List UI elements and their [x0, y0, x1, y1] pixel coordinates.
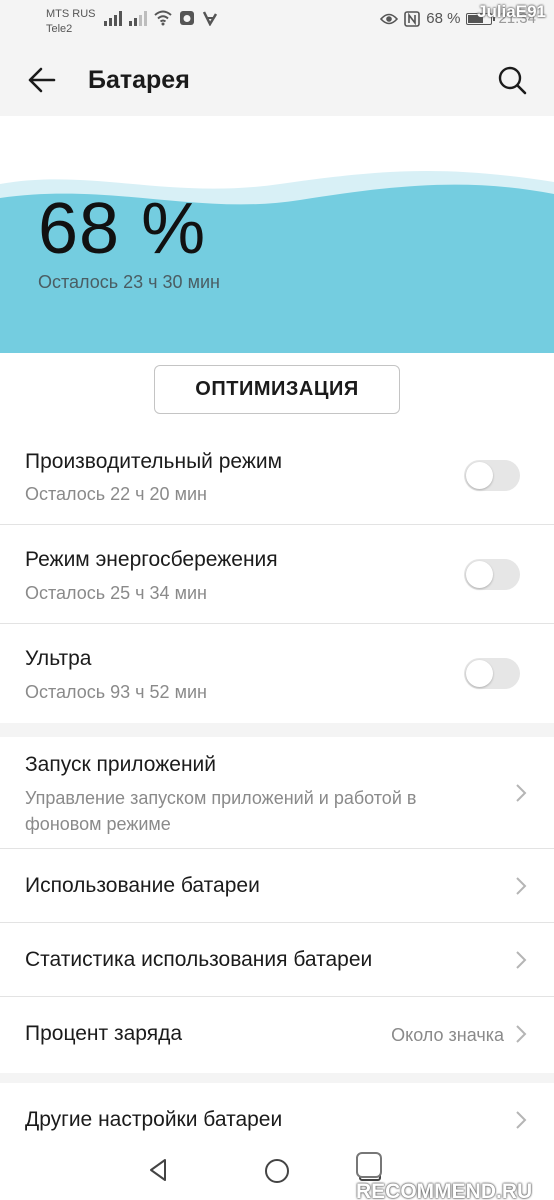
- search-icon[interactable]: [492, 60, 532, 100]
- battery-usage-row[interactable]: Использование батареи: [0, 849, 554, 923]
- nfc-icon: [404, 10, 421, 27]
- other-battery-settings-label: Другие настройки батареи: [25, 1108, 283, 1131]
- battery-stats-row[interactable]: Статистика использования батареи: [0, 923, 554, 997]
- chevron-right-icon: [516, 951, 527, 969]
- battery-remaining-time: Осталось 23 ч 30 мин: [38, 272, 220, 292]
- mode-label: Ультра: [25, 647, 92, 670]
- page-title: Батарея: [88, 66, 190, 94]
- battery-stats-label: Статистика использования батареи: [25, 948, 373, 971]
- status-bar: MTS RUS Tele2 68 % 21:34 JuliaE91: [0, 0, 554, 44]
- carrier-names: MTS RUS Tele2: [46, 7, 96, 37]
- chevron-right-icon: [516, 1111, 527, 1129]
- status-icons-left: [104, 10, 218, 26]
- battery-usage-label: Использование батареи: [25, 874, 260, 897]
- nav-home-icon[interactable]: [262, 1156, 292, 1186]
- battery-settings-card: Запуск приложений Управление запуском пр…: [0, 737, 554, 1073]
- mode-row-performance[interactable]: Производительный режим Осталось 22 ч 20 …: [0, 425, 554, 525]
- watermark-text: RECOMMEND.RU: [356, 1180, 533, 1200]
- battery-level-panel: 68 % Осталось 23 ч 30 мин: [0, 116, 554, 353]
- back-arrow-icon[interactable]: [22, 60, 62, 100]
- app-launch-description-line: Управление запуском приложений и работой…: [25, 788, 417, 808]
- wifi-icon: [154, 10, 172, 26]
- recommend-logo-icon: [356, 1152, 382, 1178]
- chevron-right-icon: [516, 1025, 527, 1043]
- mode-label: Производительный режим: [25, 450, 283, 473]
- charge-percent-value: Около значка: [391, 1025, 504, 1045]
- ultra-mode-toggle[interactable]: [464, 658, 520, 689]
- watermark-username: JuliaE91: [477, 2, 546, 21]
- mode-label: Режим энергосбережения: [25, 548, 278, 571]
- system-navigation-bar: RECOMMEND.RU: [0, 1140, 554, 1200]
- other-settings-card: Другие настройки батареи: [0, 1083, 554, 1143]
- app-bar: Батарея: [0, 44, 554, 116]
- battery-percent: 68 %: [38, 189, 207, 269]
- eye-icon: [380, 13, 399, 24]
- mode-sublabel: Осталось 22 ч 20 мин: [25, 484, 207, 504]
- mode-row-power-saving[interactable]: Режим энергосбережения Осталось 25 ч 34 …: [0, 525, 554, 624]
- optimize-section: ОПТИМИЗАЦИЯ: [0, 353, 554, 425]
- carrier-2: Tele2: [46, 23, 73, 35]
- app-launch-label: Запуск приложений: [25, 753, 217, 776]
- chevron-right-icon: [516, 784, 527, 802]
- charge-percent-label: Процент заряда: [25, 1022, 183, 1045]
- signal-icon: [129, 10, 147, 26]
- app-launch-description: Управление запуском приложений и работой…: [25, 785, 416, 837]
- watermark-recommend: RECOMMEND.RU: [356, 1152, 554, 1200]
- nav-back-icon[interactable]: [145, 1156, 173, 1184]
- app-launch-description-line: фоновом режиме: [25, 814, 171, 834]
- chevron-right-icon: [516, 877, 527, 895]
- battery-percent-text: 68 %: [426, 10, 461, 27]
- charge-percent-row[interactable]: Процент заряда Около значка: [0, 997, 554, 1073]
- mode-sublabel: Осталось 25 ч 34 мин: [25, 583, 207, 603]
- other-battery-settings-row[interactable]: Другие настройки батареи: [0, 1083, 554, 1143]
- camera-icon: [180, 11, 194, 25]
- app-icon: [202, 11, 218, 26]
- performance-mode-toggle[interactable]: [464, 460, 520, 491]
- power-saving-mode-toggle[interactable]: [464, 559, 520, 590]
- signal-icon: [104, 10, 122, 26]
- carrier-1: MTS RUS: [46, 8, 96, 20]
- app-launch-row[interactable]: Запуск приложений Управление запуском пр…: [0, 737, 554, 849]
- power-modes-card: Производительный режим Осталось 22 ч 20 …: [0, 425, 554, 723]
- optimize-button[interactable]: ОПТИМИЗАЦИЯ: [154, 365, 400, 414]
- mode-sublabel: Осталось 93 ч 52 мин: [25, 682, 207, 702]
- mode-row-ultra[interactable]: Ультра Осталось 93 ч 52 мин: [0, 624, 554, 723]
